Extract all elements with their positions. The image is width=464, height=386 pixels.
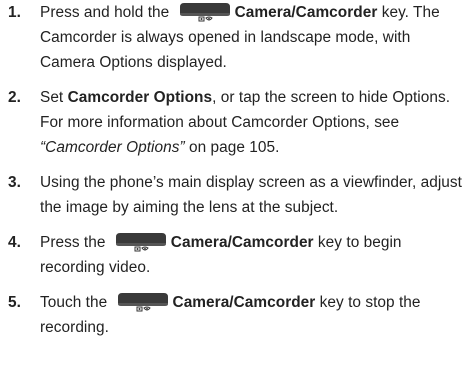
step-2: 2. Set Camcorder Options, or tap the scr… [0,85,464,160]
step-4: 4. Press the Camera/Camcorder key to beg… [0,230,464,280]
step-text: Press and hold the [40,4,170,21]
instruction-steps: 1. Press and hold the Camera/Camcorder k… [0,0,464,340]
step-number: 5. [8,294,21,311]
step-text: Using the phone’s main display screen as… [40,174,462,216]
camera-camcorder-key-icon [178,1,232,23]
step-number: 3. [8,174,21,191]
step-1: 1. Press and hold the Camera/Camcorder k… [0,0,464,75]
key-name: Camera/Camcorder [172,294,316,311]
step-5: 5. Touch the Camera/Camcorder key to sto… [0,290,464,340]
step-number: 2. [8,89,21,106]
step-text: Set [40,89,68,106]
step-number: 1. [8,4,21,21]
cross-reference: “Camcorder Options” [40,139,185,156]
step-3: 3. Using the phone’s main display screen… [0,170,464,220]
key-name: Camera/Camcorder [234,4,378,21]
camera-camcorder-key-icon [114,231,168,253]
step-number: 4. [8,234,21,251]
camera-camcorder-key-icon [116,291,170,313]
step-text: on page 105. [184,139,280,156]
camcorder-options-bold: Camcorder Options [67,89,213,106]
step-text: Touch the [40,294,108,311]
step-text: Press the [40,234,106,251]
key-name: Camera/Camcorder [170,234,314,251]
